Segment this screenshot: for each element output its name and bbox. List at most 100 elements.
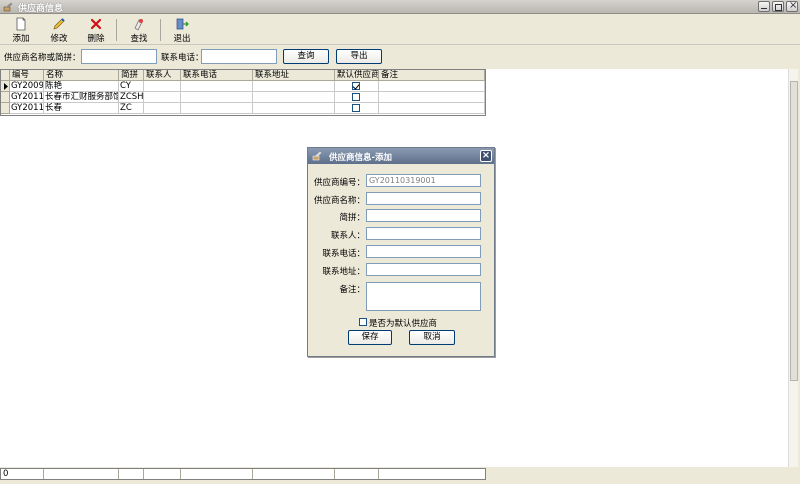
note-textarea[interactable]: [366, 282, 481, 311]
column-header-phone[interactable]: 联系电话: [181, 70, 253, 81]
footer-cell: [181, 469, 253, 479]
grid-corner: [1, 70, 10, 81]
add-supplier-dialog: 供应商信息-添加 × 供应商编号： 供应商名称： 简拼： 联系人： 联系电话： …: [307, 147, 495, 357]
row-selector-current[interactable]: [1, 81, 10, 92]
row-selector[interactable]: [1, 103, 10, 114]
dialog-titlebar: 供应商信息-添加 ×: [308, 148, 494, 164]
abbr-field[interactable]: [366, 209, 481, 222]
scrollbar-thumb[interactable]: [790, 81, 798, 381]
window-titlebar: 供应商信息: [0, 0, 800, 14]
default-supplier-checkbox[interactable]: [359, 318, 367, 326]
footer-cell: [253, 469, 335, 479]
table-row-1-note[interactable]: [379, 81, 485, 92]
supplier-grid: 编号 名称 简拼 联系人 联系电话 联系地址 默认供应商 备注 GY200904…: [0, 69, 486, 116]
footer-cell: [119, 469, 144, 479]
footer-cell: [335, 469, 379, 479]
table-row-2-note[interactable]: [379, 92, 485, 103]
delete-x-icon: [90, 18, 102, 30]
table-row-1-name[interactable]: 陈艳: [44, 81, 119, 92]
table-row-1-abbr[interactable]: CY: [119, 81, 144, 92]
summary-footer-row: 0: [0, 468, 486, 480]
table-row-3-default-checkbox[interactable]: [352, 104, 360, 112]
supplier-code-field[interactable]: [366, 174, 481, 187]
table-row-2-abbr[interactable]: ZCSHC: [119, 92, 144, 103]
table-row-3-address[interactable]: [253, 103, 335, 114]
cancel-button[interactable]: 取消: [409, 330, 455, 345]
address-label: 联系地址：: [322, 267, 365, 277]
column-header-note[interactable]: 备注: [379, 70, 485, 81]
column-header-default[interactable]: 默认供应商: [335, 70, 379, 81]
table-row-3-default-cell: [335, 103, 379, 114]
table-row-2-contact[interactable]: [144, 92, 181, 103]
contact-label: 联系人：: [330, 231, 365, 241]
address-field[interactable]: [366, 263, 481, 276]
footer-cell: [44, 469, 119, 479]
table-row-3-abbr[interactable]: ZC: [119, 103, 144, 114]
column-header-abbr[interactable]: 简拼: [119, 70, 144, 81]
column-header-code[interactable]: 编号: [10, 70, 44, 81]
supplier-name-search-input[interactable]: [81, 49, 157, 64]
table-row-2-name[interactable]: 长春市汇财服务部馄涟: [44, 92, 119, 103]
table-row-1-contact[interactable]: [144, 81, 181, 92]
find-button-label: 查找: [130, 34, 148, 44]
edit-button[interactable]: 修改: [44, 16, 74, 44]
search-bar: 供应商名称或简拼： 联系电话： 查询 导出: [0, 46, 800, 68]
delete-button-label: 删除: [87, 34, 105, 44]
toolbar-separator: [160, 19, 161, 41]
table-row-1-default-cell: [335, 81, 379, 92]
vertical-scrollbar[interactable]: [788, 69, 798, 467]
table-row-1-address[interactable]: [253, 81, 335, 92]
table-row-3-name[interactable]: 长春: [44, 103, 119, 114]
phone-label: 联系电话：: [161, 53, 204, 63]
table-row-1-default-checkbox[interactable]: [352, 82, 360, 90]
paint-brush-icon: [3, 2, 13, 12]
supplier-name-field[interactable]: [366, 192, 481, 205]
table-row-3-code[interactable]: GY201103: [10, 103, 44, 114]
table-row-2-address[interactable]: [253, 92, 335, 103]
table-row-3-contact[interactable]: [144, 103, 181, 114]
table-row-2-default-checkbox[interactable]: [352, 93, 360, 101]
phone-search-input[interactable]: [201, 49, 277, 64]
contact-field[interactable]: [366, 227, 481, 240]
edit-button-label: 修改: [50, 34, 68, 44]
table-row-3-phone[interactable]: [181, 103, 253, 114]
delete-button[interactable]: 删除: [81, 16, 111, 44]
maximize-button[interactable]: [772, 1, 784, 12]
window-close-button[interactable]: [786, 0, 798, 12]
table-row-1-phone[interactable]: [181, 81, 253, 92]
note-label: 备注：: [339, 285, 365, 295]
phone-field[interactable]: [366, 245, 481, 258]
exit-door-icon: [176, 18, 189, 30]
footer-count: 0: [1, 469, 44, 479]
close-icon: ×: [481, 150, 491, 161]
current-row-arrow-icon: [4, 83, 8, 90]
column-header-address[interactable]: 联系地址: [253, 70, 335, 81]
exit-button-label: 退出: [173, 34, 191, 44]
exit-button[interactable]: 退出: [167, 16, 197, 44]
supplier-code-label: 供应商编号：: [313, 178, 365, 188]
default-supplier-checkbox-label[interactable]: 是否为默认供应商: [369, 317, 437, 329]
export-button[interactable]: 导出: [336, 49, 382, 64]
toolbar-separator: [116, 19, 117, 41]
window-title: 供应商信息: [18, 4, 64, 14]
dialog-close-button[interactable]: ×: [480, 150, 492, 162]
new-document-icon: [16, 17, 26, 31]
table-row-3-note[interactable]: [379, 103, 485, 114]
query-button[interactable]: 查询: [283, 49, 329, 64]
toolbar: 添加 修改 删除 查找 退出: [0, 15, 800, 45]
abbr-label: 简拼：: [339, 213, 365, 223]
minimize-button[interactable]: [758, 1, 770, 12]
add-button[interactable]: 添加: [6, 16, 36, 44]
column-header-name[interactable]: 名称: [44, 70, 119, 81]
dialog-title: 供应商信息-添加: [329, 153, 393, 163]
column-header-contact[interactable]: 联系人: [144, 70, 181, 81]
supplier-name-label: 供应商名称：: [313, 196, 365, 206]
supplier-name-label: 供应商名称或简拼：: [4, 53, 81, 63]
table-row-2-default-cell: [335, 92, 379, 103]
table-row-2-phone[interactable]: [181, 92, 253, 103]
row-selector[interactable]: [1, 92, 10, 103]
save-button[interactable]: 保存: [348, 330, 392, 345]
find-button[interactable]: 查找: [124, 16, 154, 44]
table-row-1-code[interactable]: GY200904: [10, 81, 44, 92]
table-row-2-code[interactable]: GY201103: [10, 92, 44, 103]
